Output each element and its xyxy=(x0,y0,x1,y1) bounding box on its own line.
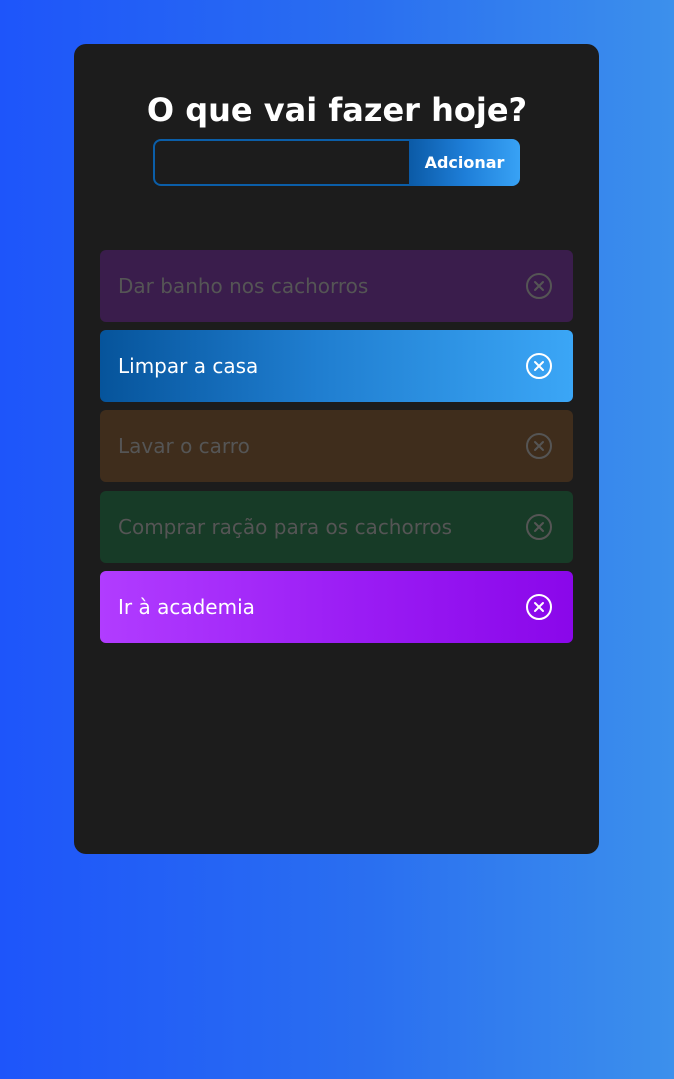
close-circle-icon[interactable] xyxy=(525,513,553,541)
page-title: O que vai fazer hoje? xyxy=(146,91,528,129)
close-circle-icon[interactable] xyxy=(525,593,553,621)
todo-label: Ir à academia xyxy=(118,595,255,619)
todo-item[interactable]: Dar banho nos cachorros xyxy=(100,250,573,322)
add-button[interactable]: Adcionar xyxy=(409,139,520,186)
close-circle-icon[interactable] xyxy=(525,432,553,460)
close-circle-icon[interactable] xyxy=(525,272,553,300)
todo-item[interactable]: Limpar a casa xyxy=(100,330,573,402)
todo-label: Comprar ração para os cachorros xyxy=(118,515,453,539)
add-task-form: Adcionar xyxy=(153,139,520,186)
todo-label: Lavar o carro xyxy=(118,434,250,458)
task-input[interactable] xyxy=(153,139,409,186)
todo-item[interactable]: Comprar ração para os cachorros xyxy=(100,491,573,563)
todo-label: Dar banho nos cachorros xyxy=(118,274,369,298)
close-circle-icon[interactable] xyxy=(525,352,553,380)
todo-item[interactable]: Lavar o carro xyxy=(100,410,573,482)
todo-item[interactable]: Ir à academia xyxy=(100,571,573,643)
todo-label: Limpar a casa xyxy=(118,354,259,378)
